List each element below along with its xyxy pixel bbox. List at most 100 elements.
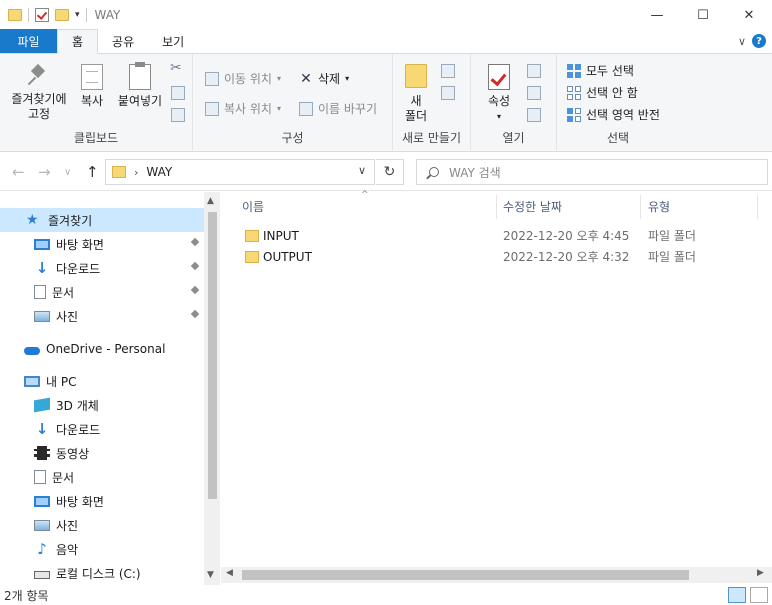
nav-item-local-disk[interactable]: 로컬 디스크 (C:)	[0, 561, 204, 585]
pin-to-quick-access-button[interactable]: 즐겨찾기에 고정	[6, 64, 72, 122]
paste-shortcut-icon[interactable]	[171, 108, 185, 122]
open-icon[interactable]	[527, 64, 541, 78]
nav-item-pc-desktop[interactable]: 바탕 화면	[0, 489, 204, 513]
cloud-icon	[24, 346, 40, 355]
copy-path-icon[interactable]	[171, 86, 185, 100]
scrollbar-thumb[interactable]	[208, 212, 217, 499]
properties-button[interactable]: 속성 ▾	[481, 64, 517, 124]
cut-icon[interactable]: ✂	[170, 60, 182, 76]
file-list: ^ 이름 수정한 날짜 유형 INPUT 2022-12-20 오후 4:45 …	[221, 190, 772, 585]
select-all-button[interactable]: 모두 선택	[567, 62, 634, 79]
column-divider[interactable]	[757, 195, 758, 219]
rename-button[interactable]: 이름 바꾸기	[299, 100, 377, 117]
copy-to-button[interactable]: 복사 위치 ▾	[205, 100, 281, 117]
nav-item-3d-objects[interactable]: 3D 개체	[0, 393, 204, 417]
nav-item-onedrive[interactable]: OneDrive - Personal	[0, 337, 204, 361]
open-group: 속성 ▾ 열기	[471, 54, 557, 150]
cube-icon	[34, 397, 50, 413]
tab-share[interactable]: 공유	[98, 29, 148, 53]
help-icon[interactable]: ?	[752, 34, 766, 48]
clipboard-group-label: 클립보드	[73, 131, 119, 145]
desktop-icon	[34, 238, 50, 250]
invert-selection-button[interactable]: 선택 영역 반전	[567, 106, 660, 123]
recent-locations-button[interactable]: ∨	[64, 167, 71, 178]
move-to-icon	[205, 71, 219, 86]
breadcrumb-way[interactable]: WAY	[146, 165, 172, 179]
properties-icon[interactable]	[35, 8, 49, 22]
new-folder-button[interactable]: 새 폴더	[399, 64, 433, 124]
scroll-right-arrow[interactable]: ▶	[757, 568, 764, 578]
refresh-button[interactable]: ↻	[376, 159, 404, 185]
easy-access-icon[interactable]	[441, 86, 455, 100]
file-type: 파일 폴더	[648, 229, 696, 243]
breadcrumb-separator[interactable]: ›	[134, 166, 138, 179]
nav-item-pictures[interactable]: 사진	[0, 304, 204, 328]
nav-item-label: 로컬 디스크 (C:)	[56, 566, 141, 581]
nav-item-label: 동영상	[56, 446, 90, 461]
history-icon[interactable]	[527, 108, 541, 122]
tab-view[interactable]: 보기	[148, 29, 198, 53]
paste-button[interactable]: 붙여넣기	[114, 62, 166, 109]
new-folder-icon	[405, 64, 427, 88]
tab-file[interactable]: 파일	[0, 29, 57, 53]
nav-item-videos[interactable]: 동영상	[0, 441, 204, 465]
nav-item-pc-downloads[interactable]: ↓ 다운로드	[0, 417, 204, 441]
nav-item-label: 바탕 화면	[56, 237, 104, 252]
nav-item-pc-pictures[interactable]: 사진	[0, 513, 204, 537]
scroll-down-arrow[interactable]: ▼	[207, 570, 214, 580]
organize-group-label: 구성	[281, 131, 304, 145]
search-input[interactable]: WAY 검색	[449, 164, 501, 181]
address-dropdown-button[interactable]: ∨	[358, 164, 366, 177]
nav-pane-scrollbar[interactable]: ▲ ▼	[204, 192, 220, 585]
file-list-hscrollbar[interactable]: ◀ ▶	[221, 567, 772, 583]
column-divider[interactable]	[640, 195, 641, 219]
move-to-button[interactable]: 이동 위치 ▾	[205, 70, 281, 87]
nav-item-downloads[interactable]: ↓ 다운로드	[0, 256, 204, 280]
file-row-output[interactable]: OUTPUT 2022-12-20 오후 4:32 파일 폴더	[221, 246, 772, 267]
file-row-input[interactable]: INPUT 2022-12-20 오후 4:45 파일 폴더	[221, 225, 772, 246]
column-header-date[interactable]: 수정한 날짜	[503, 192, 562, 220]
copy-button[interactable]: 복사	[74, 64, 110, 109]
customize-toolbar-button[interactable]: ▾	[75, 10, 80, 20]
maximize-button[interactable]: ☐	[680, 0, 726, 30]
column-divider[interactable]	[496, 195, 497, 219]
select-all-label: 모두 선택	[586, 64, 634, 78]
search-box[interactable]: WAY 검색	[416, 159, 768, 185]
details-view-button[interactable]	[728, 587, 746, 603]
forward-button[interactable]: →	[38, 163, 51, 181]
nav-item-quick-access[interactable]: ★ 즐겨찾기	[0, 208, 204, 232]
paste-label: 붙여넣기	[117, 94, 163, 108]
delete-button[interactable]: ✕ 삭제 ▾	[299, 70, 349, 87]
address-row: ← → ∨ ↑ › WAY ∨ ↻ WAY 검색	[0, 153, 772, 191]
scroll-left-arrow[interactable]: ◀	[226, 568, 233, 578]
new-item-icon[interactable]	[441, 64, 455, 78]
column-header-name[interactable]: 이름	[242, 192, 264, 220]
new-folder-icon[interactable]	[55, 9, 69, 21]
search-icon	[429, 167, 439, 177]
quick-access-toolbar: ▾	[0, 8, 87, 22]
new-group: 새 폴더 새로 만들기	[393, 54, 471, 150]
address-bar[interactable]: › WAY ∨	[105, 159, 375, 185]
file-date: 2022-12-20 오후 4:45	[503, 229, 630, 243]
document-icon	[34, 285, 46, 299]
pictures-icon	[34, 519, 50, 531]
back-button[interactable]: ←	[12, 163, 25, 181]
select-none-button[interactable]: 선택 안 함	[567, 84, 638, 101]
scroll-up-arrow[interactable]: ▲	[207, 196, 214, 206]
nav-item-documents[interactable]: 문서	[0, 280, 204, 304]
close-button[interactable]: ✕	[726, 0, 772, 30]
minimize-button[interactable]: —	[634, 0, 680, 30]
expand-ribbon-button[interactable]: ∨	[738, 35, 746, 48]
nav-item-desktop[interactable]: 바탕 화면	[0, 232, 204, 256]
nav-item-this-pc[interactable]: 내 PC	[0, 369, 204, 393]
pin-label-line1: 즐겨찾기에	[11, 92, 67, 106]
nav-item-pc-documents[interactable]: 문서	[0, 465, 204, 489]
large-icons-view-button[interactable]	[750, 587, 768, 603]
nav-item-music[interactable]: ♪ 음악	[0, 537, 204, 561]
edit-icon[interactable]	[527, 86, 541, 100]
scrollbar-thumb[interactable]	[242, 570, 689, 580]
tab-home[interactable]: 홈	[57, 29, 99, 54]
window-controls: — ☐ ✕	[634, 0, 772, 30]
column-header-type[interactable]: 유형	[648, 192, 670, 220]
up-button[interactable]: ↑	[86, 163, 99, 181]
